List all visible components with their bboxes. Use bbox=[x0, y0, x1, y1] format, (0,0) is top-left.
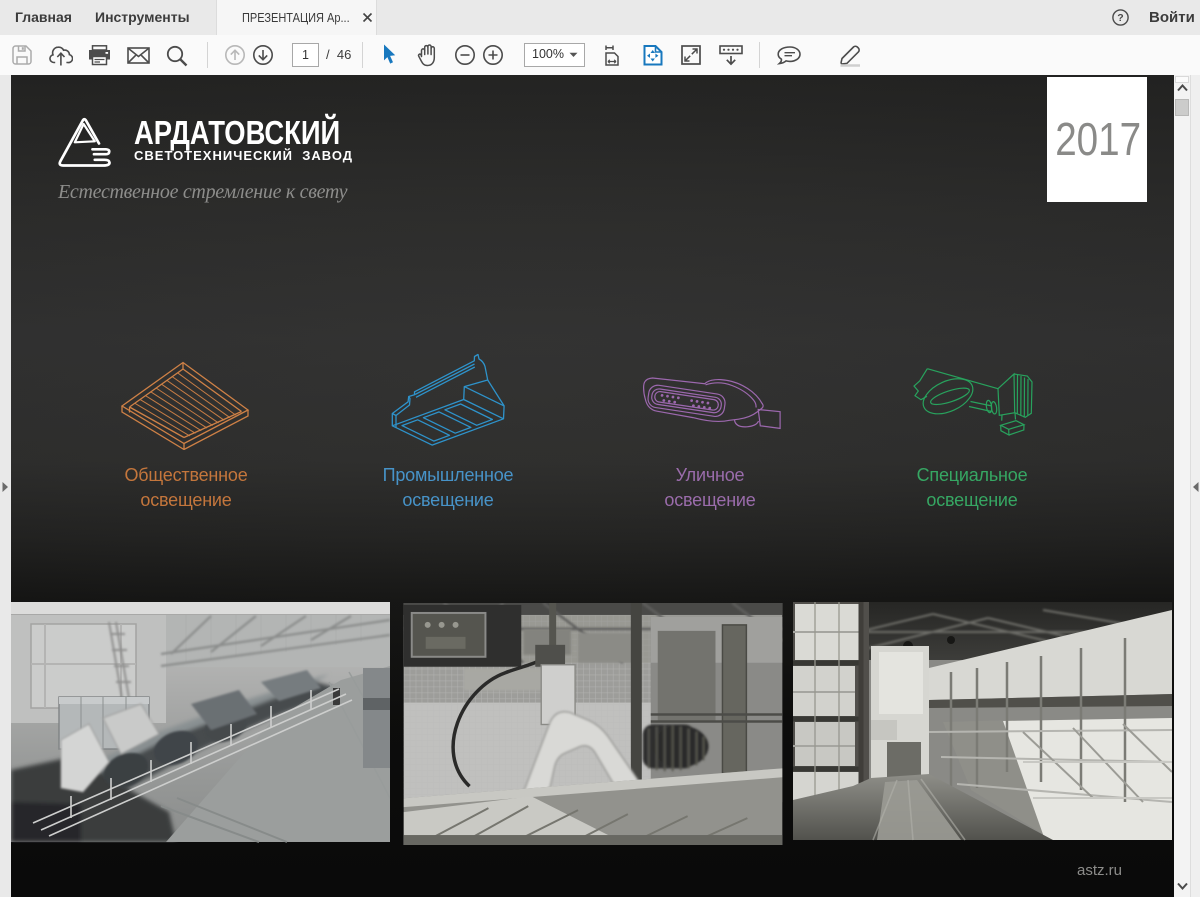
svg-text:?: ? bbox=[1117, 12, 1123, 24]
